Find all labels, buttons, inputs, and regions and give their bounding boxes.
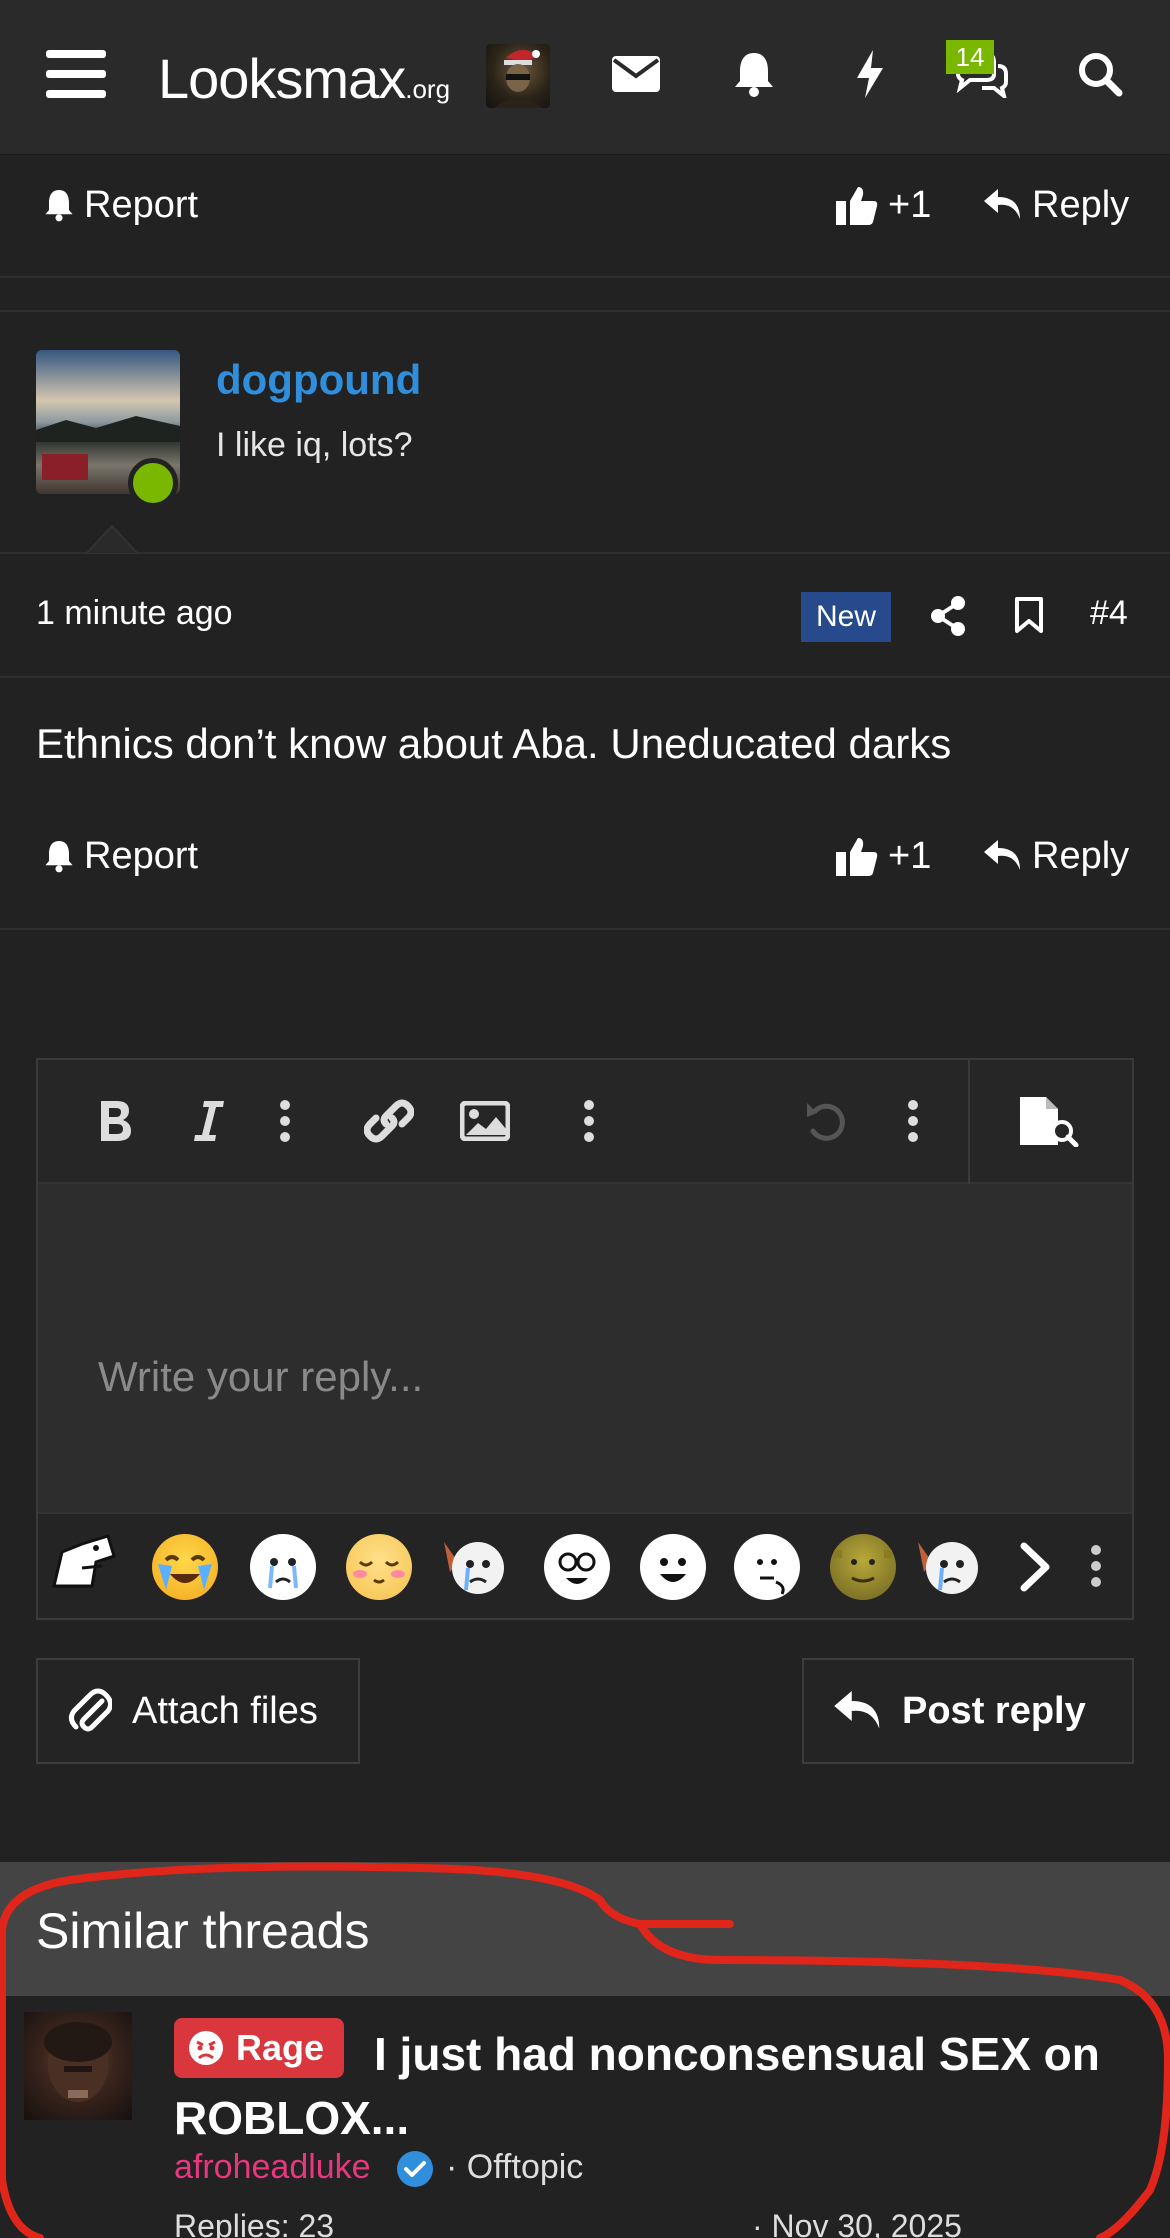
more-options-icon[interactable] [558,1090,620,1152]
thumbs-up-icon [836,185,878,225]
preview-icon[interactable] [1018,1090,1080,1152]
bell-icon [44,839,74,873]
reply-button[interactable]: Reply [984,808,1129,904]
smilie-2[interactable] [152,1534,218,1600]
report-label: Report [84,834,199,877]
pointer-arrow [86,524,138,554]
smilie-10[interactable] [914,1532,980,1598]
post-username[interactable]: dogpound [216,356,421,404]
menu-icon[interactable] [46,44,106,104]
thread-avatar[interactable] [24,2012,132,2120]
post-meta-row: 1 minute ago New #4 [0,556,1170,676]
smilie-bar [38,1512,1132,1618]
smilie-3[interactable] [250,1534,316,1600]
more-options-icon[interactable] [1090,1544,1102,1588]
thumbs-up-icon [836,836,878,876]
post-reply-label: Post reply [902,1689,1086,1732]
smilie-8[interactable] [734,1534,800,1600]
conversations-badge: 14 [946,40,994,74]
reply-button[interactable]: Reply [984,157,1129,253]
image-icon[interactable] [454,1090,516,1152]
post-actions: Report +1 Reply [0,808,1170,904]
divider [0,276,1170,278]
like-button[interactable]: +1 [836,808,931,904]
post-number[interactable]: #4 [1090,594,1128,633]
smilie-6[interactable] [544,1534,610,1600]
angry-face-icon [188,2030,224,2066]
site-logo[interactable]: Looksmax.org [158,46,450,111]
thread-replies: Replies: 23 [174,2208,335,2238]
editor-toolbar [38,1060,1132,1184]
similar-threads-title: Similar threads [36,1903,370,1959]
bell-icon [44,188,74,222]
smilie-7[interactable] [640,1534,706,1600]
thread-date: · Nov 30, 2025 [752,2208,962,2238]
report-label: Report [84,183,199,226]
reply-icon [984,189,1022,221]
attach-files-label: Attach files [132,1689,318,1732]
logo-text: Looksmax [158,47,406,110]
divider [0,676,1170,678]
post-time[interactable]: 1 minute ago [36,594,233,633]
search-icon[interactable] [1070,44,1130,104]
post-body: Ethnics don’t know about Aba. Uneducated… [36,720,952,767]
like-count: +1 [888,183,932,226]
lightning-icon[interactable] [840,44,900,104]
divider [0,552,1170,554]
inbox-icon[interactable] [606,44,666,104]
undo-icon[interactable] [796,1090,858,1152]
thread-forum[interactable]: · Offtopic [446,2148,583,2187]
reply-label: Reply [1032,834,1130,877]
previous-post-actions: Report +1 Reply [0,157,1170,253]
new-badge: New [801,592,891,642]
more-options-icon[interactable] [882,1090,944,1152]
smilie-1[interactable] [52,1532,118,1588]
link-icon[interactable] [358,1090,420,1152]
bookmark-icon[interactable] [1014,596,1044,634]
paperclip-icon [68,1687,112,1735]
report-button[interactable]: Report [44,808,198,904]
thread-item[interactable]: I just had nonconsensual SEX on ROBLOX..… [0,1996,1170,2238]
bell-icon[interactable] [724,44,784,104]
report-button[interactable]: Report [44,157,198,253]
top-navbar: Looksmax.org 14 [0,0,1170,155]
similar-threads-header: Similar threads [0,1862,1170,1996]
user-avatar[interactable] [486,44,550,108]
post-user-title: I like iq, lots? [216,426,413,464]
online-indicator [128,458,178,508]
like-count: +1 [888,834,932,877]
share-icon[interactable] [930,596,966,636]
divider [0,310,1170,312]
smilie-5[interactable] [440,1532,506,1598]
reply-label: Reply [1032,183,1130,226]
chevron-right-icon[interactable] [1018,1542,1052,1592]
like-button[interactable]: +1 [836,157,931,253]
more-options-icon[interactable] [254,1090,316,1152]
smilie-4[interactable] [346,1534,412,1600]
post-reply-button[interactable]: Post reply [802,1658,1134,1764]
divider [0,928,1170,930]
smilie-9[interactable] [830,1534,896,1600]
logo-suffix: .org [405,74,451,104]
verified-icon [396,2150,434,2188]
reply-editor [36,1058,1134,1620]
toolbar-divider [968,1060,970,1184]
thread-author[interactable]: afroheadluke [174,2148,371,2187]
bold-icon[interactable] [84,1090,146,1152]
attach-files-button[interactable]: Attach files [36,1658,360,1764]
reply-icon [834,1691,882,1731]
thread-prefix[interactable]: Rage [174,2018,345,2078]
reply-icon [984,840,1022,872]
italic-icon[interactable] [178,1090,240,1152]
thread-prefix-label: Rage [236,2027,325,2068]
